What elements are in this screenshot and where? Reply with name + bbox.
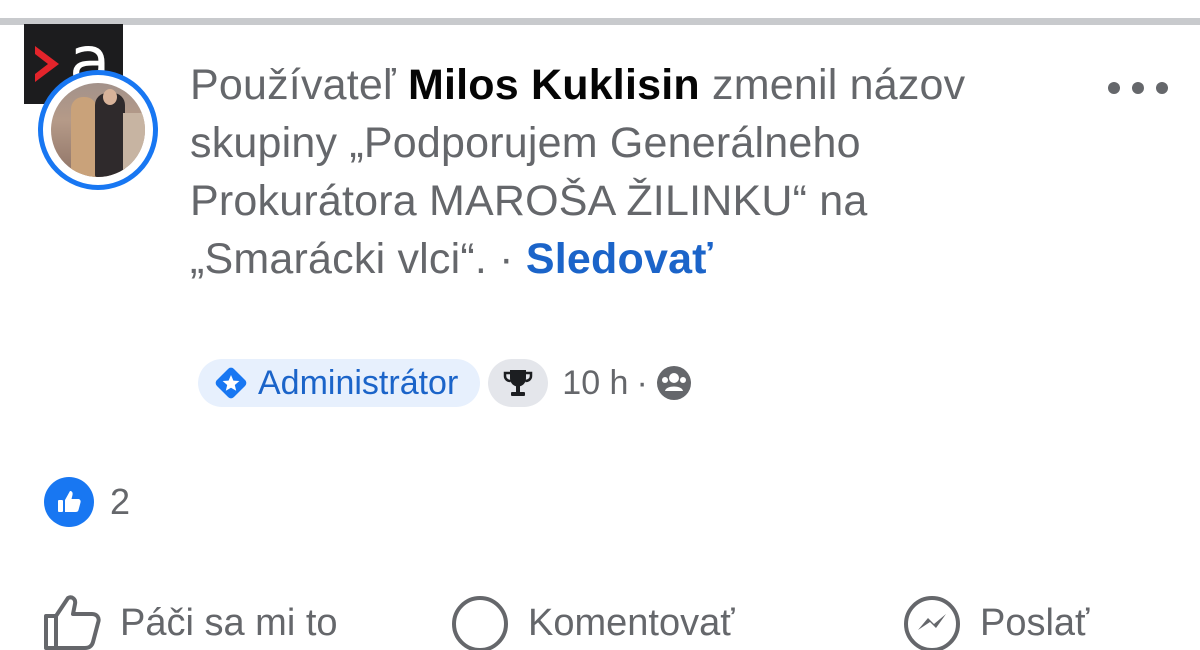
admin-badge[interactable]: Administrátor	[198, 359, 481, 407]
more-options-icon[interactable]	[1108, 78, 1168, 98]
more-dot	[1156, 82, 1168, 94]
thumbs-up-icon	[44, 595, 101, 650]
more-dot	[1132, 82, 1144, 94]
avatar-face	[103, 89, 117, 105]
send-button[interactable]: Poslať	[900, 590, 1089, 650]
like-button[interactable]: Páči sa mi to	[40, 590, 338, 650]
post-action-bar: Páči sa mi to Komentovať Poslať	[0, 590, 1200, 650]
like-reaction-icon	[44, 477, 94, 527]
avatar-figure-left	[71, 97, 97, 177]
author-name[interactable]: Milos Kuklisin	[408, 61, 700, 109]
avatar-figure-center	[95, 93, 125, 177]
thumbs-up-glyph	[58, 491, 81, 512]
brand-chevron-cutout	[35, 54, 48, 74]
reaction-summary[interactable]: 2	[44, 476, 130, 528]
post-meta-row: Administrátor 10 h ·	[198, 358, 692, 408]
admin-badge-label: Administrátor	[258, 363, 459, 402]
post-prefix: Používateľ	[190, 61, 396, 109]
trophy-icon	[504, 370, 533, 396]
trophy-badge[interactable]	[488, 359, 549, 407]
messenger-icon	[904, 596, 960, 650]
admin-diamond-icon	[215, 367, 247, 399]
comment-button[interactable]: Komentovať	[448, 590, 734, 650]
audience-group-icon[interactable]	[656, 365, 692, 401]
like-button-label: Páči sa mi to	[120, 602, 338, 644]
send-button-label: Poslať	[980, 602, 1090, 644]
avatar-figure-right	[123, 113, 145, 177]
more-dot	[1108, 82, 1120, 94]
post-timestamp[interactable]: 10 h	[562, 364, 628, 403]
post-header-text: Používateľ Milos Kuklisin zmenil názov s…	[190, 56, 1020, 288]
avatar-photo	[51, 83, 145, 177]
reaction-count: 2	[110, 481, 131, 522]
comment-button-label: Komentovať	[528, 602, 735, 644]
comment-icon	[452, 596, 508, 650]
follow-link[interactable]: Sledovať	[526, 230, 713, 288]
top-divider	[0, 18, 1200, 25]
meta-separator: ·	[636, 363, 648, 402]
author-avatar[interactable]	[38, 70, 158, 190]
